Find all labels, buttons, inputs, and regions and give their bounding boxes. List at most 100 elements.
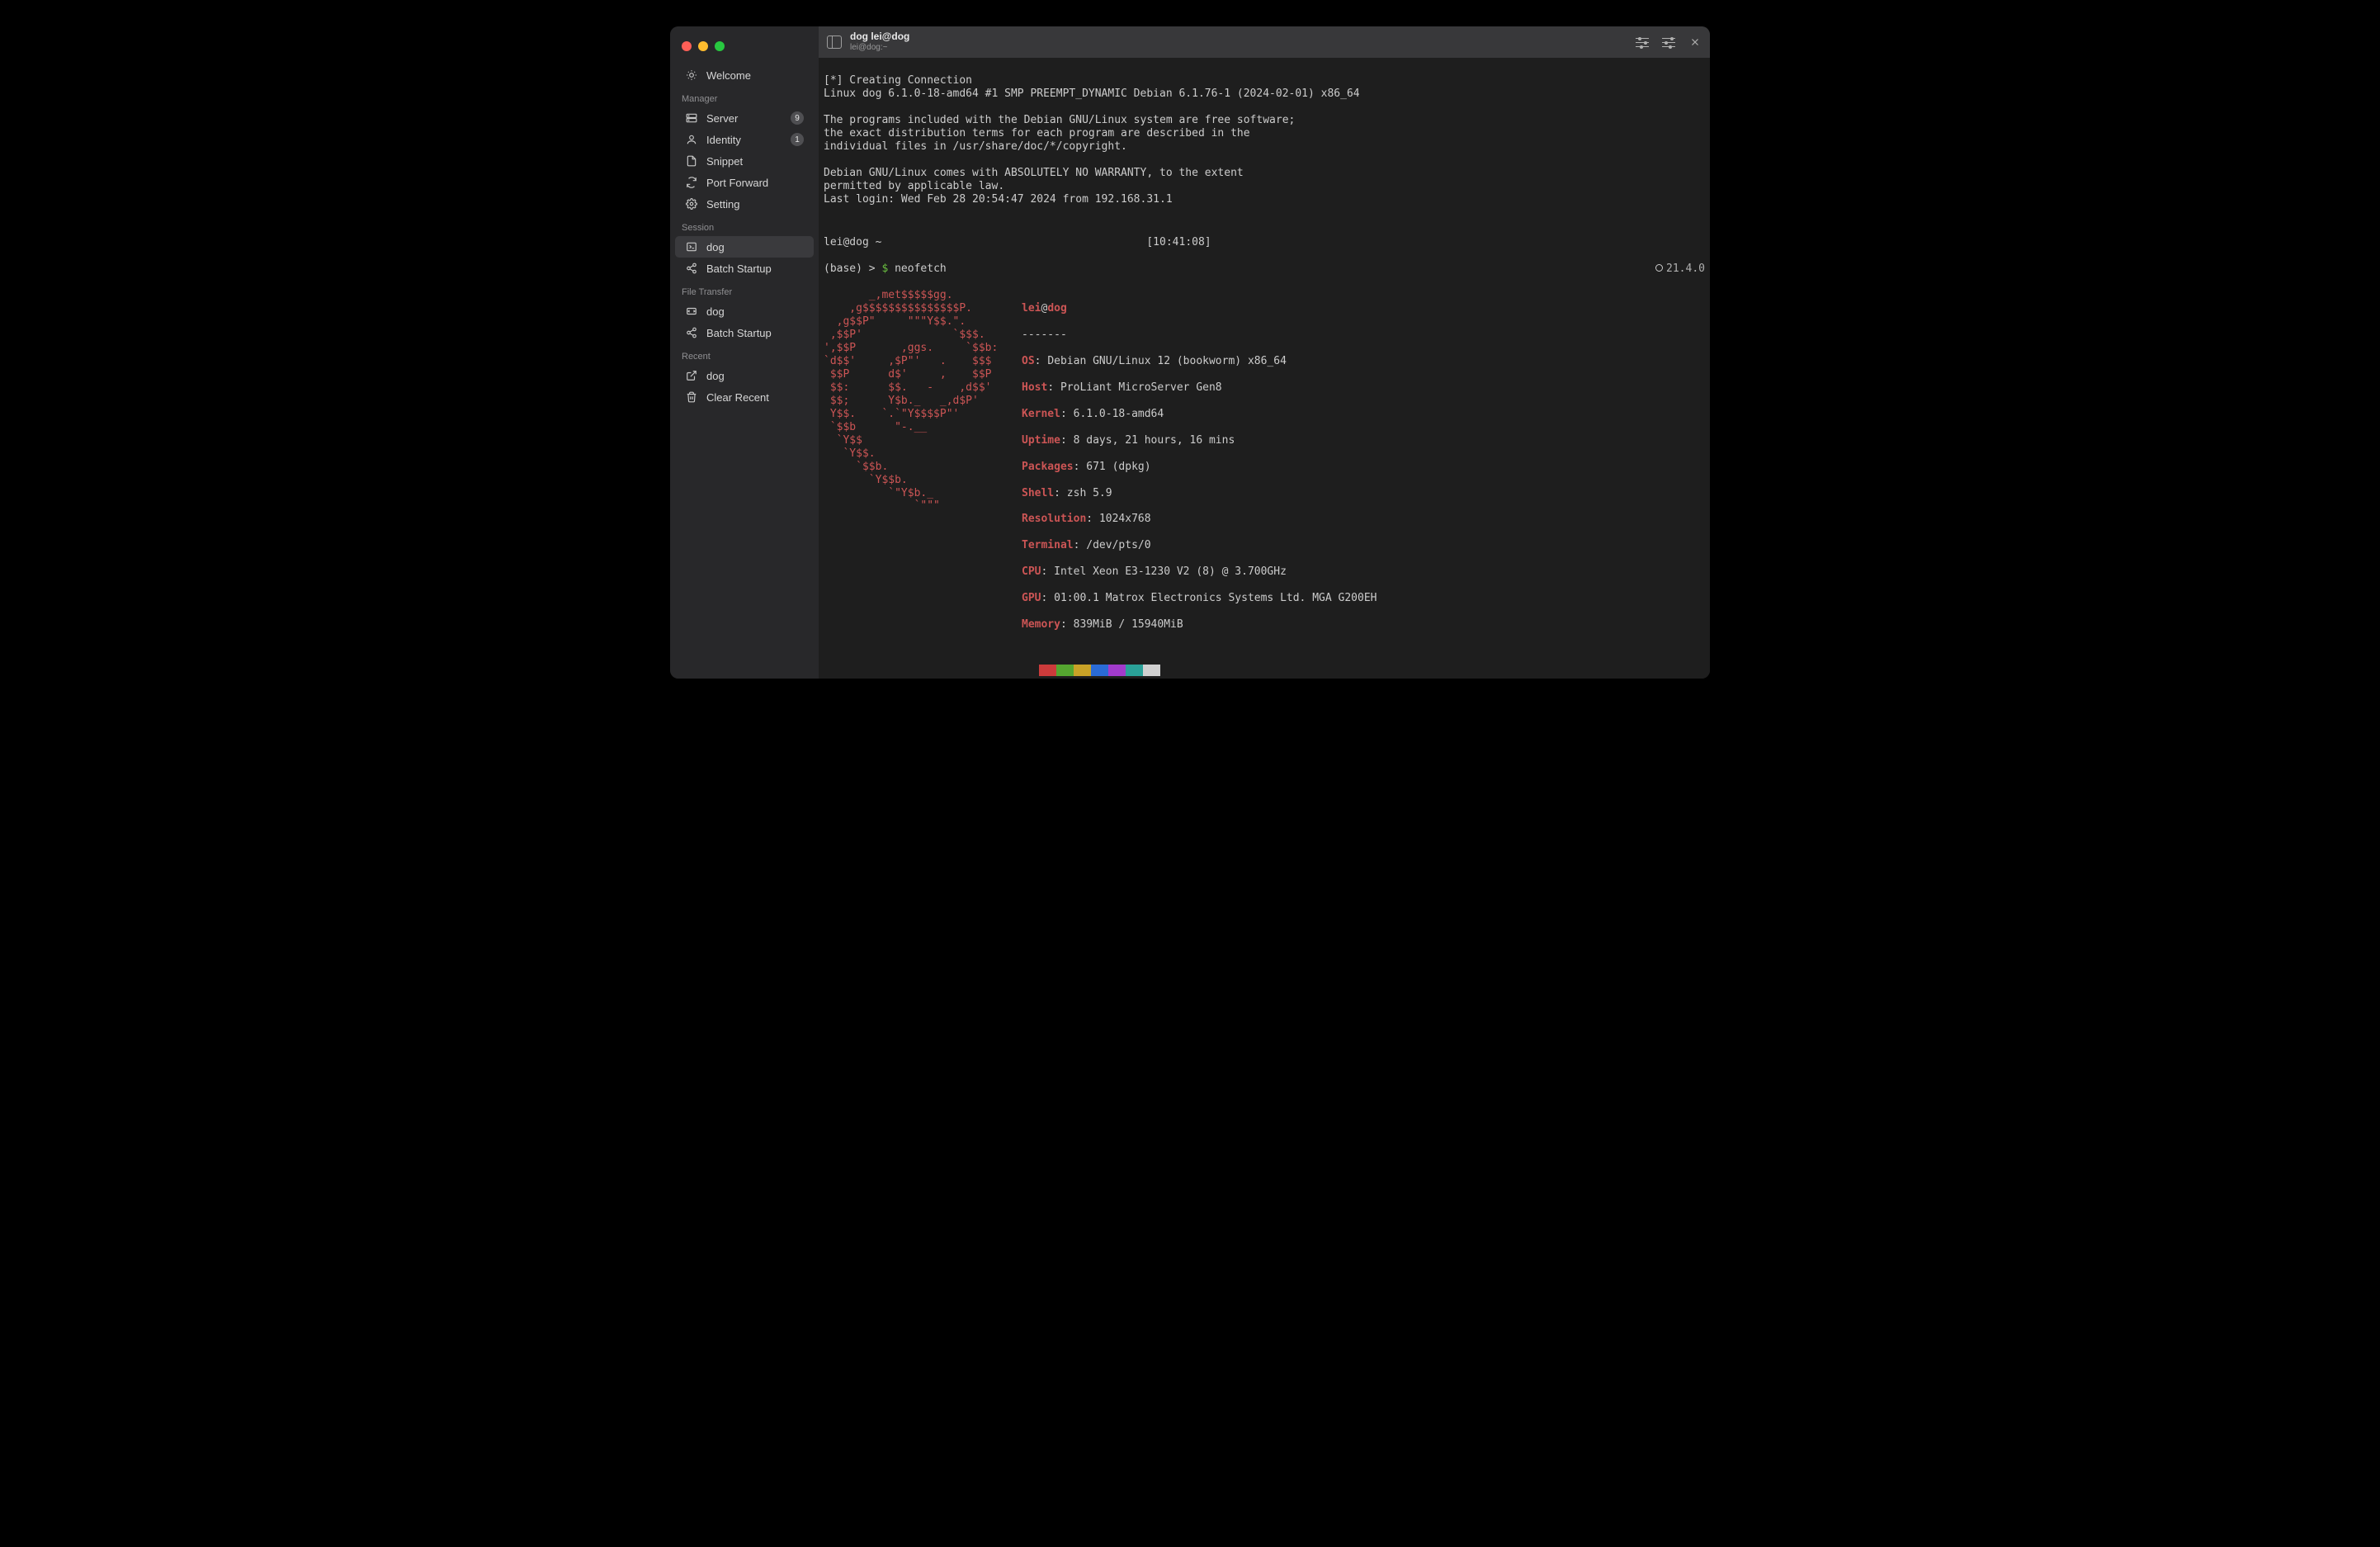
- terminal-output[interactable]: [*] Creating Connection Linux dog 6.1.0-…: [819, 58, 1710, 679]
- snippet-label: Snippet: [706, 155, 804, 168]
- sidebar-header-recent: Recent: [670, 343, 819, 365]
- color-swatch: [1039, 665, 1056, 676]
- sidebar: Welcome Manager Server 9 Identity 1 Snip…: [670, 26, 819, 679]
- right-note-1: 21.4.0: [1666, 263, 1705, 275]
- prompt1-prefix: (base) >: [824, 263, 881, 275]
- welcome-label: Welcome: [706, 69, 804, 82]
- nf-gpu-key: GPU: [1022, 592, 1041, 604]
- motd-block: [*] Creating Connection Linux dog 6.1.0-…: [824, 74, 1705, 206]
- prompt-line-1b: 21.4.0(base) > $ neofetch: [824, 263, 1705, 276]
- nf-term-val: /dev/pts/0: [1086, 539, 1150, 551]
- settings-sliders-alt-icon[interactable]: [1662, 36, 1675, 48]
- maximize-window-button[interactable]: [715, 41, 725, 51]
- nf-pkg-val: 671 (dpkg): [1086, 461, 1150, 473]
- user-icon: [685, 133, 698, 146]
- nf-cpu-key: CPU: [1022, 565, 1041, 578]
- tab-bar: dog lei@dog lei@dog:~: [819, 26, 1710, 58]
- nf-os-val: Debian GNU/Linux 12 (bookworm) x86_64: [1047, 355, 1287, 367]
- nf-kernel-key: Kernel: [1022, 408, 1060, 420]
- share-icon: [685, 326, 698, 339]
- nf-res-key: Resolution: [1022, 513, 1086, 525]
- recent-dog-label: dog: [706, 370, 804, 382]
- batch-startup-label: Batch Startup: [706, 263, 804, 275]
- active-tab[interactable]: dog lei@dog lei@dog:~: [850, 31, 909, 52]
- color-swatch: [1143, 665, 1160, 676]
- main-panel: dog lei@dog lei@dog:~ [*] Cre: [819, 26, 1710, 679]
- nf-host: dog: [1047, 302, 1066, 315]
- sidebar-item-identity[interactable]: Identity 1: [675, 129, 814, 150]
- window-controls: [670, 38, 819, 64]
- color-swatch: [1022, 665, 1039, 676]
- sidebar-header-filetransfer: File Transfer: [670, 279, 819, 300]
- ft-dog-label: dog: [706, 305, 804, 318]
- sidebar-item-snippet[interactable]: Snippet: [675, 150, 814, 172]
- identity-label: Identity: [706, 134, 782, 146]
- settings-sliders-icon[interactable]: [1636, 36, 1649, 48]
- sidebar-item-ft-dog[interactable]: dog: [675, 300, 814, 322]
- toggle-sidebar-icon[interactable]: [827, 35, 842, 49]
- tab-subtitle: lei@dog:~: [850, 43, 909, 53]
- sidebar-item-server[interactable]: Server 9: [675, 107, 814, 129]
- prompt1-time: [10:41:08]: [1146, 236, 1211, 248]
- ring-icon: [1655, 264, 1663, 272]
- color-swatch: [1091, 665, 1108, 676]
- prompt1-cmd: neofetch: [888, 263, 946, 275]
- identity-badge: 1: [791, 133, 804, 146]
- tabbar-right: [1636, 35, 1702, 49]
- refresh-icon: [685, 176, 698, 189]
- sidebar-item-session-dog[interactable]: dog: [675, 236, 814, 258]
- session-dog-label: dog: [706, 241, 804, 253]
- nf-pkg-key: Packages: [1022, 461, 1074, 473]
- portforward-label: Port Forward: [706, 177, 804, 189]
- color-swatch: [1056, 665, 1074, 676]
- nf-mem-val: 839MiB / 15940MiB: [1074, 618, 1183, 631]
- neofetch-output: _,met$$$$$gg. ,g$$$$$$$$$$$$$$$P. ,g$$P"…: [824, 289, 1705, 679]
- nf-host-val: ProLiant MicroServer Gen8: [1060, 381, 1222, 394]
- nf-mem-key: Memory: [1022, 618, 1060, 631]
- sidebar-item-setting[interactable]: Setting: [675, 193, 814, 215]
- nf-term-key: Terminal: [1022, 539, 1074, 551]
- app-window: Welcome Manager Server 9 Identity 1 Snip…: [670, 26, 1710, 679]
- nf-uptime-key: Uptime: [1022, 434, 1060, 447]
- sidebar-header-manager: Manager: [670, 86, 819, 107]
- prompt1-right: 21.4.0: [1655, 263, 1705, 276]
- nf-separator: -------: [1022, 329, 1377, 342]
- color-swatch: [1074, 665, 1091, 676]
- nf-res-val: 1024x768: [1099, 513, 1151, 525]
- close-window-button[interactable]: [682, 41, 692, 51]
- external-link-icon: [685, 369, 698, 382]
- nf-kernel-val: 6.1.0-18-amd64: [1074, 408, 1164, 420]
- terminal-icon: [685, 240, 698, 253]
- share-icon: [685, 262, 698, 275]
- color-swatch: [1108, 665, 1126, 676]
- server-icon: [685, 111, 698, 125]
- trash-icon: [685, 390, 698, 404]
- color-swatch: [1126, 665, 1143, 676]
- tab-title: dog lei@dog: [850, 31, 909, 43]
- color-swatch-row-1: [1022, 665, 1377, 676]
- prompt-line-1: lei@dog ~ [10:41:08]: [824, 236, 1705, 249]
- nf-host-key: Host: [1022, 381, 1047, 394]
- debian-ascii-art: _,met$$$$$gg. ,g$$$$$$$$$$$$$$$P. ,g$$P"…: [824, 289, 1022, 679]
- nf-shell-val: zsh 5.9: [1067, 487, 1112, 499]
- close-tab-icon[interactable]: [1688, 35, 1702, 49]
- gear-icon: [685, 197, 698, 211]
- server-badge: 9: [791, 111, 804, 125]
- sidebar-item-welcome[interactable]: Welcome: [675, 64, 814, 86]
- prompt1-host: lei@dog ~: [824, 236, 881, 248]
- sidebar-header-session: Session: [670, 215, 819, 236]
- nf-shell-key: Shell: [1022, 487, 1054, 499]
- server-label: Server: [706, 112, 782, 125]
- document-icon: [685, 154, 698, 168]
- sidebar-item-portforward[interactable]: Port Forward: [675, 172, 814, 193]
- sidebar-item-batch-startup-ft[interactable]: Batch Startup: [675, 322, 814, 343]
- sun-icon: [685, 69, 698, 82]
- clear-recent-label: Clear Recent: [706, 391, 804, 404]
- setting-label: Setting: [706, 198, 804, 211]
- neofetch-info: lei@dog ------- OS: Debian GNU/Linux 12 …: [1022, 289, 1377, 679]
- sidebar-item-batch-startup-session[interactable]: Batch Startup: [675, 258, 814, 279]
- sidebar-item-recent-dog[interactable]: dog: [675, 365, 814, 386]
- sidebar-item-clear-recent[interactable]: Clear Recent: [675, 386, 814, 408]
- nf-gpu-val: 01:00.1 Matrox Electronics Systems Ltd. …: [1054, 592, 1377, 604]
- minimize-window-button[interactable]: [698, 41, 708, 51]
